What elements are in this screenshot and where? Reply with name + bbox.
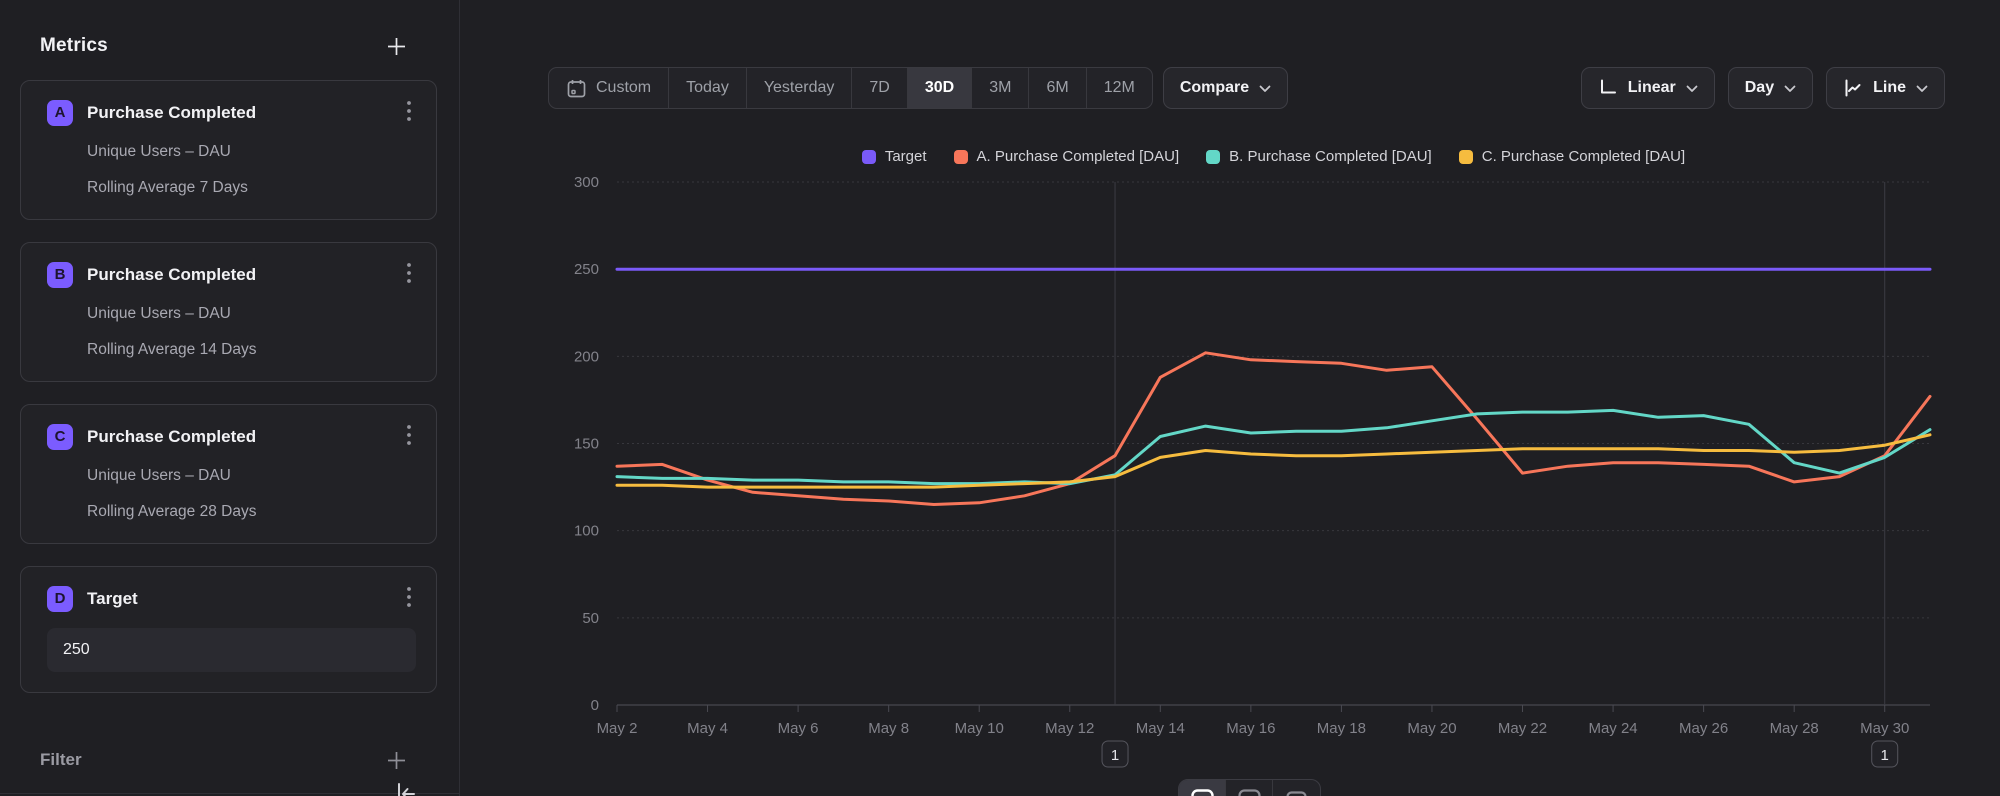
metric-measure[interactable]: Unique Users – DAU [87, 141, 416, 163]
table-view-button[interactable] [1226, 780, 1273, 796]
collapse-sidebar-button[interactable] [391, 779, 421, 796]
y-axis-tick-label: 250 [574, 261, 599, 278]
y-axis-tick-label: 100 [574, 523, 599, 540]
y-axis-tick-label: 50 [582, 610, 599, 627]
x-axis-tick-label: May 12 [1045, 720, 1094, 737]
x-axis-tick-label: May 2 [597, 720, 638, 737]
x-axis-tick-label: May 28 [1770, 720, 1819, 737]
y-axis-tick-label: 0 [591, 697, 599, 714]
kebab-icon [406, 586, 412, 608]
x-axis-tick-label: May 6 [778, 720, 819, 737]
x-axis-tick-label: May 18 [1317, 720, 1366, 737]
date-range-12m[interactable]: 12M [1087, 68, 1152, 108]
date-range-3m[interactable]: 3M [972, 68, 1029, 108]
date-range-6m[interactable]: 6M [1029, 68, 1086, 108]
metric-view-button[interactable] [1273, 780, 1320, 796]
compare-button[interactable]: Compare [1163, 67, 1288, 109]
metric-view-icon [1284, 788, 1309, 796]
chart-view-icon [1190, 788, 1215, 796]
filter-section-header: Filter [0, 745, 459, 775]
metrics-section-title: Metrics [40, 35, 108, 57]
metric-card-c: C Purchase Completed Unique Users – DAU … [20, 404, 437, 544]
metrics-section-header: Metrics [0, 0, 459, 58]
plus-icon [386, 36, 407, 57]
chevron-down-icon [1686, 85, 1698, 93]
x-axis-tick-label: May 26 [1679, 720, 1728, 737]
chevron-down-icon [1784, 85, 1796, 93]
metric-measure[interactable]: Unique Users – DAU [87, 465, 416, 487]
x-axis-tick-label: May 4 [687, 720, 728, 737]
date-range-7d[interactable]: 7D [852, 68, 907, 108]
chevron-down-icon [1259, 85, 1271, 93]
calendar-icon [566, 78, 587, 99]
x-axis-tick-label: May 14 [1136, 720, 1185, 737]
kebab-icon [406, 262, 412, 284]
metrics-sidebar: Metrics A Purchase Completed Unique User… [0, 0, 460, 796]
chevron-down-icon [1916, 85, 1928, 93]
metric-title: Purchase Completed [87, 103, 402, 123]
metric-title: Target [87, 589, 402, 609]
kebab-icon [406, 424, 412, 446]
metric-transform[interactable]: Rolling Average 14 Days [87, 339, 416, 361]
annotation-count: 1 [1111, 747, 1119, 764]
date-range-label: Custom [596, 79, 651, 97]
collapse-left-icon [393, 781, 419, 796]
date-range-yesterday[interactable]: Yesterday [747, 68, 853, 108]
chart-panel: Custom Today Yesterday 7D 30D 3M 6M 12M … [460, 0, 2000, 796]
metric-measure[interactable]: Unique Users – DAU [87, 303, 416, 325]
annotation-count: 1 [1881, 747, 1889, 764]
date-range-30d[interactable]: 30D [908, 68, 972, 108]
chart-display-toggle [1178, 779, 1321, 796]
table-view-icon [1237, 788, 1262, 796]
x-axis-tick-label: May 22 [1498, 720, 1547, 737]
line-chart[interactable]: 0 50 100 150 200 250 300 May 2 May 4 May 6 May 8 Ma… [460, 130, 2000, 796]
metric-options-button[interactable] [402, 422, 416, 451]
metric-title: Purchase Completed [87, 265, 402, 285]
date-range-today[interactable]: Today [669, 68, 747, 108]
chart-toolbar: Custom Today Yesterday 7D 30D 3M 6M 12M … [548, 67, 1945, 109]
chart-type-button[interactable]: Line [1826, 67, 1945, 109]
granularity-button[interactable]: Day [1728, 67, 1813, 109]
metric-card-a: A Purchase Completed Unique Users – DAU … [20, 80, 437, 220]
kebab-icon [406, 100, 412, 122]
metric-options-button[interactable] [402, 98, 416, 127]
x-axis-tick-label: May 20 [1407, 720, 1456, 737]
chart-view-button[interactable] [1179, 780, 1226, 796]
y-axis-tick-label: 200 [574, 348, 599, 365]
series-line-b[interactable] [617, 410, 1930, 483]
line-chart-icon [1843, 78, 1863, 98]
filter-section-title: Filter [40, 750, 82, 770]
add-metric-button[interactable] [382, 32, 411, 61]
plus-icon [386, 750, 407, 771]
metric-options-button[interactable] [402, 584, 416, 613]
date-range-control: Custom Today Yesterday 7D 30D 3M 6M 12M [548, 67, 1153, 109]
metric-title: Purchase Completed [87, 427, 402, 447]
metric-badge-c: C [47, 424, 73, 450]
x-axis-tick-label: May 16 [1226, 720, 1275, 737]
x-axis-tick-label: May 24 [1588, 720, 1637, 737]
y-axis-tick-label: 300 [574, 174, 599, 191]
x-axis-tick-label: May 10 [955, 720, 1004, 737]
metric-card-d-target: D Target [20, 566, 437, 693]
metric-options-button[interactable] [402, 260, 416, 289]
linear-axis-icon [1598, 78, 1618, 98]
metric-badge-b: B [47, 262, 73, 288]
date-range-custom[interactable]: Custom [549, 68, 669, 108]
metric-badge-d: D [47, 586, 73, 612]
metrics-report-builder: Metrics A Purchase Completed Unique User… [0, 0, 2000, 796]
x-axis-tick-label: May 30 [1860, 720, 1909, 737]
y-axis-tick-label: 150 [574, 436, 599, 453]
target-value-input[interactable] [47, 628, 416, 672]
metric-transform[interactable]: Rolling Average 28 Days [87, 501, 416, 523]
scale-button[interactable]: Linear [1581, 67, 1715, 109]
metric-card-b: B Purchase Completed Unique Users – DAU … [20, 242, 437, 382]
metric-badge-a: A [47, 100, 73, 126]
add-filter-button[interactable] [382, 746, 411, 775]
metric-transform[interactable]: Rolling Average 7 Days [87, 177, 416, 199]
x-axis-tick-label: May 8 [868, 720, 909, 737]
